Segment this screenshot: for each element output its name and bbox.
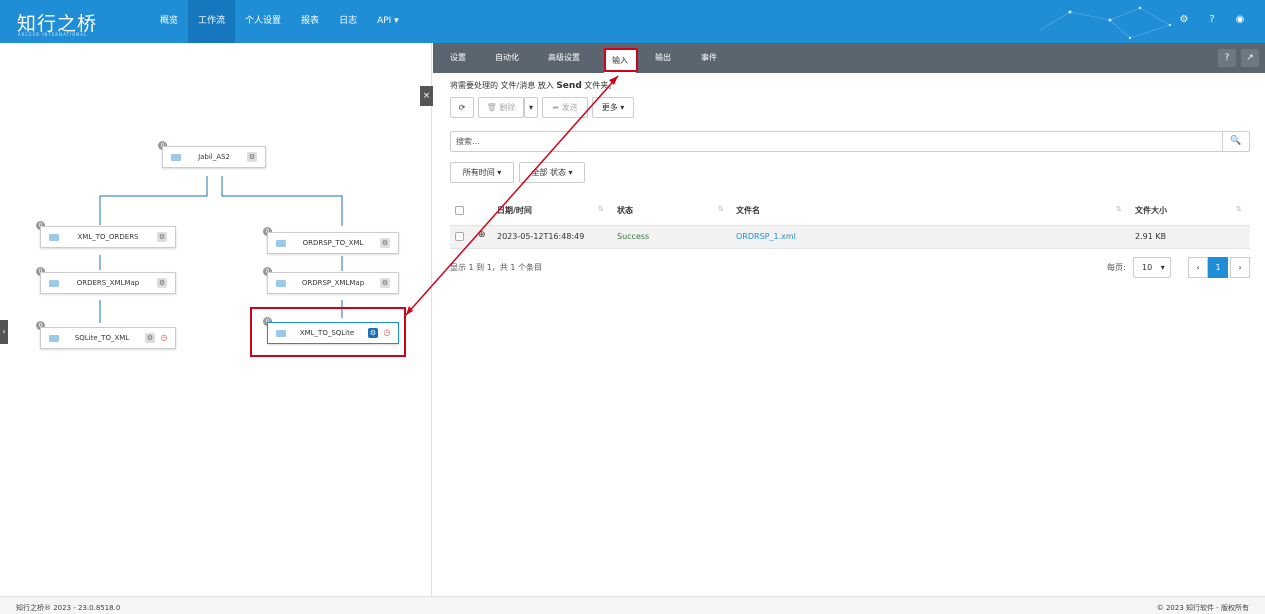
external-link-icon[interactable]: ↗ xyxy=(1241,49,1259,67)
delete-dropdown-button[interactable]: ▾ xyxy=(524,97,538,118)
col-datetime[interactable]: 日期/时间 xyxy=(497,205,532,216)
node-label: ORDERS_XMLMap xyxy=(76,279,140,287)
table-info: 显示 1 到 1，共 1 个条目 xyxy=(450,263,542,272)
tab-automation[interactable]: 自动化 xyxy=(495,43,519,73)
user-icon[interactable]: ◉ xyxy=(1233,13,1247,27)
top-navbar: 知行之桥 ARCESB INTERNATIONAL 概览 工作流 个人设置 报表… xyxy=(0,0,1265,43)
nav-workflow[interactable]: 工作流 xyxy=(188,0,236,43)
row-filename[interactable]: ORDRSP_1.xml xyxy=(736,232,796,241)
per-page-select[interactable]: 10 ▾ xyxy=(1133,257,1171,278)
nav-logs[interactable]: 日志 xyxy=(329,0,367,43)
node-xml-to-orders[interactable]: XML_TO_ORDERS ⚙ xyxy=(40,226,176,248)
status-filter[interactable]: 全部 状态 ▾ xyxy=(519,162,585,183)
select-all-checkbox[interactable] xyxy=(455,206,464,215)
delete-button[interactable]: 🗑 删除 xyxy=(478,97,524,118)
sort-icon[interactable]: ⇅ xyxy=(598,205,604,213)
gear-icon[interactable]: ⚙ xyxy=(380,238,390,248)
node-label: XML_TO_ORDERS xyxy=(77,233,139,241)
xmlmap-icon xyxy=(49,279,59,287)
top-icon-group: ⚙ ? ◉ xyxy=(1177,13,1247,27)
page-footer: 知行之桥® 2023 - 23.0.8518.0 © 2023 知行软件 - 版… xyxy=(0,596,1265,614)
panel-tabbar: 设置 自动化 高级设置 输入 输出 事件 ? ↗ xyxy=(433,43,1265,73)
brand-subtitle: ARCESB INTERNATIONAL xyxy=(18,32,88,37)
gear-icon[interactable]: ⚙ xyxy=(157,278,167,288)
row-datetime: 2023-05-12T16:48:49 xyxy=(497,232,585,241)
page-prev[interactable]: ‹ xyxy=(1188,257,1208,278)
tab-settings[interactable]: 设置 xyxy=(450,43,466,73)
help-icon[interactable]: ? xyxy=(1218,49,1236,67)
hint-text: 将需要处理的 文件/消息 放入 xyxy=(450,81,557,90)
gear-icon[interactable]: ⚙ xyxy=(1177,13,1191,27)
col-status[interactable]: 状态 xyxy=(617,205,633,216)
sort-icon[interactable]: ⇅ xyxy=(718,205,724,213)
xmlmap-icon xyxy=(276,279,286,287)
highlight-box-tab xyxy=(604,48,638,72)
clock-icon[interactable]: ◷ xyxy=(159,333,169,343)
refresh-button[interactable]: ⟳ xyxy=(450,97,474,118)
gear-icon[interactable]: ⚙ xyxy=(380,278,390,288)
hint-text-end: 文件夹。 xyxy=(581,81,617,90)
gear-icon[interactable]: ⚙ xyxy=(247,152,257,162)
nav-profile[interactable]: 个人设置 xyxy=(235,0,291,43)
nav-api[interactable]: API ▾ xyxy=(367,0,409,43)
sort-icon[interactable]: ⇅ xyxy=(1116,205,1122,213)
gear-icon[interactable]: ⚙ xyxy=(157,232,167,242)
per-page-label: 每页: xyxy=(1107,263,1126,272)
tab-events[interactable]: 事件 xyxy=(701,43,717,73)
expand-sidebar-button[interactable]: › xyxy=(0,320,8,344)
node-jabil-as2[interactable]: Jabil_AS2 ⚙ xyxy=(162,146,266,168)
expand-row-icon[interactable]: ⊕ xyxy=(478,230,486,240)
send-button[interactable]: ➦ 发送 xyxy=(542,97,588,118)
tab-advanced[interactable]: 高级设置 xyxy=(548,43,580,73)
node-label: ORDRSP_TO_XML xyxy=(302,239,364,247)
more-button[interactable]: 更多 ▾ xyxy=(592,97,634,118)
col-filename[interactable]: 文件名 xyxy=(736,205,760,216)
row-checkbox[interactable] xyxy=(455,232,464,241)
nav-overview[interactable]: 概览 xyxy=(150,0,188,43)
chevron-down-icon: ▾ xyxy=(1160,263,1165,272)
footer-copyright: © 2023 知行软件 - 版权所有 xyxy=(1156,604,1249,612)
xml-icon xyxy=(49,233,59,241)
node-sqlite-to-xml[interactable]: SQLite_TO_XML ⚙ ◷ xyxy=(40,327,176,349)
gear-icon[interactable]: ⚙ xyxy=(145,333,155,343)
node-label: SQLite_TO_XML xyxy=(74,334,130,342)
search-icon[interactable]: 🔍 xyxy=(1222,131,1250,152)
node-label: Jabil_AS2 xyxy=(198,153,230,161)
node-orders-xmlmap[interactable]: ORDERS_XMLMap ⚙ xyxy=(40,272,176,294)
as2-icon xyxy=(171,153,181,161)
footer-version: 知行之桥® 2023 - 23.0.8518.0 xyxy=(16,604,121,612)
hint-send: Send xyxy=(556,81,582,91)
node-label: ORDRSP_XMLMap xyxy=(301,279,365,287)
row-status: Success xyxy=(617,232,650,241)
sqlite-icon xyxy=(49,334,59,342)
node-ordrsp-to-xml[interactable]: ORDRSP_TO_XML ⚙ xyxy=(267,232,399,254)
close-panel-button[interactable]: × xyxy=(420,86,433,106)
xml-icon xyxy=(276,239,286,247)
nav-reports[interactable]: 报表 xyxy=(291,0,329,43)
col-filesize[interactable]: 文件大小 xyxy=(1135,205,1167,216)
input-hint: 将需要处理的 文件/消息 放入 Send 文件夹。 xyxy=(450,80,616,91)
tab-output[interactable]: 输出 xyxy=(655,43,671,73)
time-filter[interactable]: 所有时间 ▾ xyxy=(450,162,514,183)
per-page-value: 10 xyxy=(1142,263,1153,272)
help-icon[interactable]: ? xyxy=(1205,13,1219,27)
page-next[interactable]: › xyxy=(1230,257,1250,278)
row-filesize: 2.91 KB xyxy=(1135,232,1167,241)
search-input[interactable]: 搜索... xyxy=(450,131,1223,152)
header-decoration xyxy=(1039,6,1172,40)
highlight-box-node xyxy=(250,307,406,357)
sort-icon[interactable]: ⇅ xyxy=(1236,205,1242,213)
node-ordrsp-xmlmap[interactable]: ORDRSP_XMLMap ⚙ xyxy=(267,272,399,294)
main-nav: 概览 工作流 个人设置 报表 日志 API ▾ xyxy=(150,0,409,43)
page-current[interactable]: 1 xyxy=(1208,257,1228,278)
